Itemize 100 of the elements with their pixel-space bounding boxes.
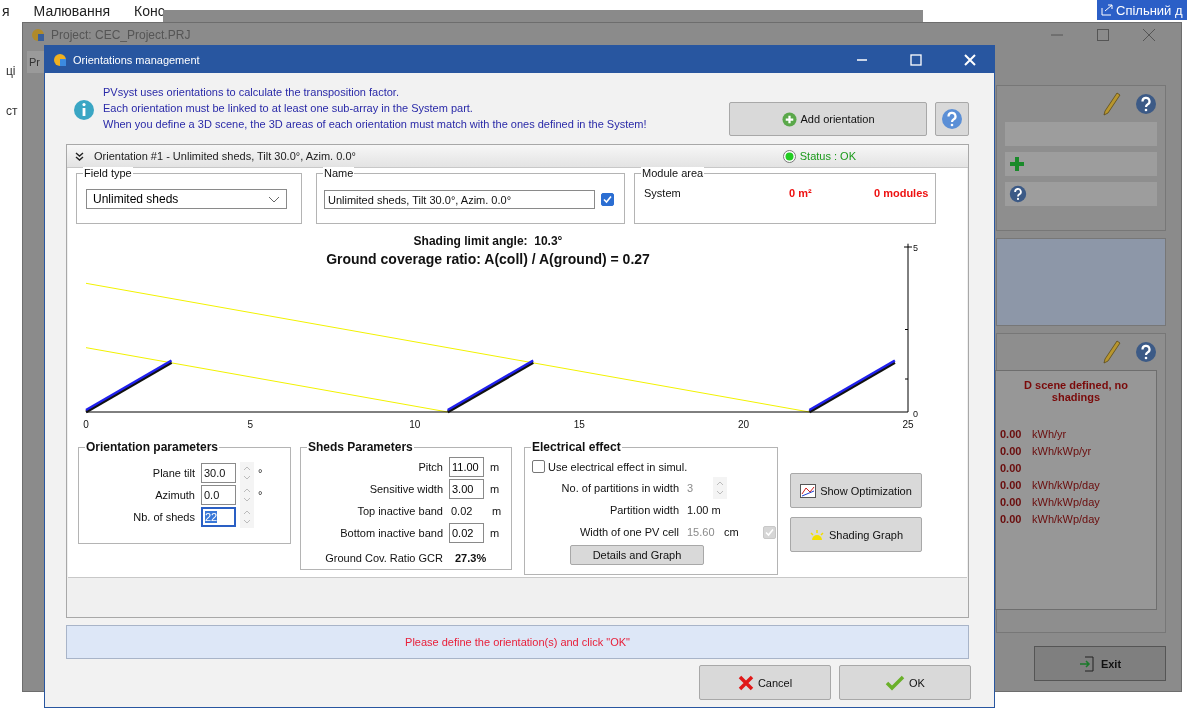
pencil-icon[interactable] — [1103, 92, 1121, 116]
result-unit: kWh/yr — [1032, 428, 1067, 440]
cross-icon — [737, 674, 754, 691]
sun-icon — [809, 528, 825, 541]
share-button[interactable]: Спільний д — [1097, 0, 1187, 20]
axis-tick-label: 0 — [83, 419, 89, 430]
value-text: 3 — [686, 482, 695, 494]
help-icon — [941, 108, 963, 130]
result-value: 0.00 — [1000, 428, 1023, 440]
ok-button[interactable]: OK — [839, 665, 971, 700]
field-label: Bottom inactive band — [339, 527, 444, 539]
modules-value: 0 modules — [874, 187, 929, 199]
check-icon — [885, 674, 906, 691]
field-label: Partition width — [608, 504, 680, 516]
name-field[interactable]: Unlimited sheds, Tilt 30.0°, Azim. 0.0° — [324, 190, 595, 209]
cancel-button[interactable]: Cancel — [699, 665, 831, 700]
value-text: 0.02 — [450, 505, 474, 517]
pencil-icon[interactable] — [1103, 340, 1121, 364]
add-orientation-button[interactable]: Add orientation — [729, 102, 927, 136]
field-label: Sensitive width — [368, 483, 444, 495]
app-logo-icon — [31, 28, 45, 42]
plus-icon[interactable] — [1009, 156, 1025, 172]
axis-tick-label: 20 — [738, 419, 750, 430]
info-text: When you define a 3D scene, the 3D areas of each orientation must match with the ones defined in the System! — [103, 117, 648, 132]
info-text: PVsyst uses orientations to calculate the transposition factor. — [103, 85, 400, 100]
field-label: Pitch — [417, 461, 444, 473]
number-field[interactable]: 3.00 — [449, 479, 484, 499]
plus-circle-icon — [781, 111, 797, 127]
checkbox-label: Use electrical effect in simul. — [548, 460, 688, 473]
result-unit: kWh/kWp/yr — [1032, 445, 1092, 457]
spinner[interactable] — [240, 506, 254, 528]
status-text: Status : OK — [799, 150, 856, 162]
collapse-icon[interactable] — [75, 151, 84, 161]
info-text: Each orientation must be linked to at least one sub-array in the System part. — [103, 101, 474, 116]
field-label: No. of partitions in width — [560, 482, 680, 494]
spinner[interactable] — [713, 477, 727, 499]
result-unit: kWh/kWp/day — [1032, 479, 1100, 491]
unit-label: m — [490, 527, 500, 539]
show-optimization-button[interactable]: Show Optimization — [790, 473, 922, 508]
menu-item[interactable]: Конс — [134, 3, 165, 19]
menu-item[interactable]: Малювання — [33, 3, 110, 19]
axis-tick-label: 25 — [902, 419, 914, 430]
axis-tick-label: 0 — [913, 409, 918, 419]
axis-tick-label: 15 — [573, 419, 585, 430]
axis-tick-label: 5 — [913, 243, 918, 253]
result-unit: kWh/kWp/day — [1032, 513, 1100, 525]
field-label: Ground Cov. Ratio GCR — [324, 552, 444, 564]
menu-item[interactable]: я — [2, 3, 10, 19]
unit-label: m — [490, 483, 500, 495]
number-field[interactable]: 11.00 — [449, 457, 484, 477]
group-title: Electrical effect — [531, 441, 622, 454]
checkbox[interactable] — [601, 193, 614, 206]
document-text: ст — [6, 104, 18, 118]
group-title: Sheds Parameters — [307, 441, 414, 454]
shading-graph-button[interactable]: Shading Graph — [790, 517, 922, 552]
group-title: Orientation parameters — [85, 441, 220, 454]
chevron-down-icon — [268, 195, 280, 203]
value-text: 1.00 m — [686, 504, 721, 516]
field-label: Azimuth — [154, 489, 196, 501]
tab[interactable]: Pr — [27, 51, 44, 73]
gcr-value: 27.3% — [454, 552, 487, 564]
area-value: 0 m² — [789, 187, 813, 199]
result-value: 0.00 — [1000, 496, 1023, 508]
help-icon — [1135, 341, 1157, 363]
number-field[interactable]: 0.0 — [201, 485, 236, 505]
close-icon — [964, 53, 976, 66]
row-label: System — [644, 187, 682, 199]
help-button[interactable] — [935, 102, 969, 136]
chart-icon — [800, 483, 817, 498]
info-icon — [73, 99, 95, 121]
window-title: Orientations management — [73, 53, 201, 66]
document-text: ці — [6, 64, 16, 78]
unit-label: m — [490, 461, 500, 473]
message-text: Please define the orientation(s) and click "OK" — [405, 636, 630, 648]
app-logo-icon — [53, 52, 67, 67]
result-value: 0.00 — [1000, 462, 1023, 474]
unit-label: m — [492, 505, 502, 517]
number-field[interactable]: 30.0 — [201, 463, 236, 483]
group-title: Name — [323, 167, 355, 180]
results-heading: D scene defined, no shadings — [1023, 379, 1129, 403]
orientation-header: Orientation #1 - Unlimited sheds, Tilt 30.0°, Azim. 0.0° — [94, 150, 357, 162]
result-value: 0.00 — [1000, 445, 1023, 457]
exit-icon — [1078, 655, 1095, 672]
number-field[interactable]: 0.02 — [449, 523, 484, 543]
result-value: 0.00 — [1000, 479, 1023, 491]
field-type-dropdown[interactable]: Unlimited sheds — [86, 189, 287, 209]
shading-limit-title: Shading limit angle: 10.3° — [413, 234, 563, 248]
help-icon — [1135, 93, 1157, 115]
maximize-icon — [910, 53, 922, 66]
axis-tick-label: 5 — [247, 419, 254, 430]
help-icon — [1009, 185, 1027, 203]
result-value: 0.00 — [1000, 513, 1023, 525]
value-text: 15.60 — [686, 526, 716, 538]
group-title: Field type — [83, 167, 133, 180]
exit-button[interactable]: Exit — [1034, 646, 1166, 681]
spinner[interactable] — [240, 462, 254, 484]
result-unit: kWh/kWp/day — [1032, 496, 1100, 508]
field-label: Width of one PV cell — [578, 526, 680, 538]
number-field[interactable]: 22 — [201, 507, 236, 527]
unit-label: ° — [258, 467, 263, 479]
